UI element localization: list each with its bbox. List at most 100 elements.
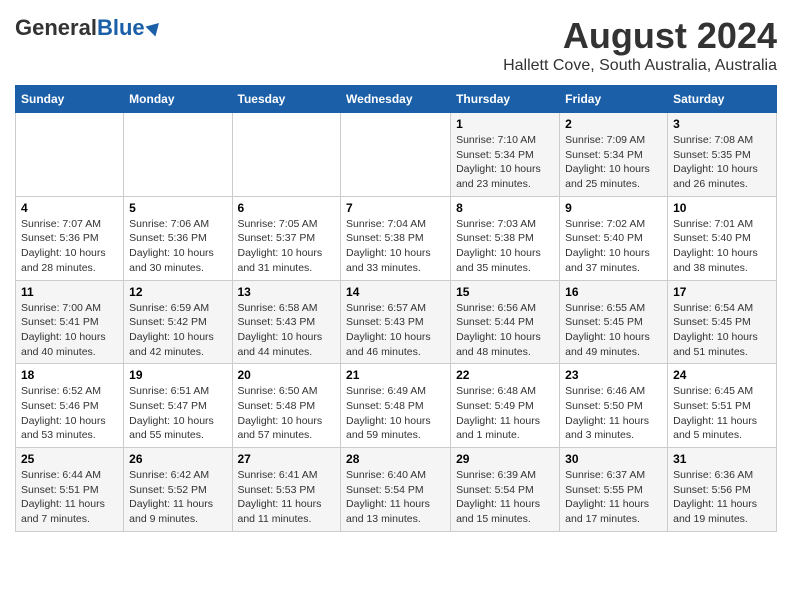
day-info: Sunrise: 7:02 AM Sunset: 5:40 PM Dayligh… <box>565 217 662 276</box>
calendar-cell: 12 Sunrise: 6:59 AM Sunset: 5:42 PM Dayli… <box>124 280 232 364</box>
day-number: 8 <box>456 201 554 215</box>
day-number: 9 <box>565 201 662 215</box>
day-number: 6 <box>238 201 336 215</box>
calendar-cell: 25 Sunrise: 6:44 AM Sunset: 5:51 PM Dayli… <box>16 448 124 532</box>
day-info: Sunrise: 7:06 AM Sunset: 5:36 PM Dayligh… <box>129 217 226 276</box>
day-number: 29 <box>456 452 554 466</box>
calendar-cell: 3 Sunrise: 7:08 AM Sunset: 5:35 PM Daylig… <box>668 113 777 197</box>
day-number: 17 <box>673 285 771 299</box>
day-number: 5 <box>129 201 226 215</box>
calendar-cell: 13Sunrise: 6:58 AM Sunset: 5:43 PM Dayli… <box>232 280 341 364</box>
calendar-cell: 8 Sunrise: 7:03 AM Sunset: 5:38 PM Daylig… <box>451 196 560 280</box>
day-info: Sunrise: 7:03 AM Sunset: 5:38 PM Dayligh… <box>456 217 554 276</box>
calendar-cell <box>16 113 124 197</box>
day-number: 7 <box>346 201 445 215</box>
day-info: Sunrise: 7:09 AM Sunset: 5:34 PM Dayligh… <box>565 133 662 192</box>
day-info: Sunrise: 6:36 AM Sunset: 5:56 PM Dayligh… <box>673 468 771 527</box>
calendar-cell <box>232 113 341 197</box>
day-number: 21 <box>346 368 445 382</box>
calendar-cell: 2 Sunrise: 7:09 AM Sunset: 5:34 PM Daylig… <box>560 113 668 197</box>
day-number: 3 <box>673 117 771 131</box>
day-info: Sunrise: 6:44 AM Sunset: 5:51 PM Dayligh… <box>21 468 118 527</box>
day-header-sunday: Sunday <box>16 86 124 113</box>
day-info: Sunrise: 6:46 AM Sunset: 5:50 PM Dayligh… <box>565 384 662 443</box>
day-info: Sunrise: 7:01 AM Sunset: 5:40 PM Dayligh… <box>673 217 771 276</box>
calendar-cell: 17 Sunrise: 6:54 AM Sunset: 5:45 PM Dayli… <box>668 280 777 364</box>
day-number: 18 <box>21 368 118 382</box>
calendar-cell: 18Sunrise: 6:52 AM Sunset: 5:46 PM Dayli… <box>16 364 124 448</box>
subtitle: Hallett Cove, South Australia, Australia <box>503 57 777 75</box>
day-info: Sunrise: 6:42 AM Sunset: 5:52 PM Dayligh… <box>129 468 226 527</box>
calendar-cell: 11 Sunrise: 7:00 AM Sunset: 5:41 PM Dayli… <box>16 280 124 364</box>
day-info: Sunrise: 6:48 AM Sunset: 5:49 PM Dayligh… <box>456 384 554 443</box>
day-info: Sunrise: 6:51 AM Sunset: 5:47 PM Dayligh… <box>129 384 226 443</box>
day-header-wednesday: Wednesday <box>341 86 451 113</box>
day-header-friday: Friday <box>560 86 668 113</box>
day-number: 16 <box>565 285 662 299</box>
day-info: Sunrise: 6:56 AM Sunset: 5:44 PM Dayligh… <box>456 301 554 360</box>
calendar-cell: 23 Sunrise: 6:46 AM Sunset: 5:50 PM Dayli… <box>560 364 668 448</box>
calendar-cell: 19 Sunrise: 6:51 AM Sunset: 5:47 PM Dayli… <box>124 364 232 448</box>
day-number: 23 <box>565 368 662 382</box>
day-number: 1 <box>456 117 554 131</box>
calendar-cell: 10Sunrise: 7:01 AM Sunset: 5:40 PM Dayli… <box>668 196 777 280</box>
calendar-cell: 21 Sunrise: 6:49 AM Sunset: 5:48 PM Dayli… <box>341 364 451 448</box>
day-info: Sunrise: 7:10 AM Sunset: 5:34 PM Dayligh… <box>456 133 554 192</box>
calendar-cell: 20Sunrise: 6:50 AM Sunset: 5:48 PM Dayli… <box>232 364 341 448</box>
day-info: Sunrise: 6:57 AM Sunset: 5:43 PM Dayligh… <box>346 301 445 360</box>
day-info: Sunrise: 7:08 AM Sunset: 5:35 PM Dayligh… <box>673 133 771 192</box>
calendar-cell <box>341 113 451 197</box>
day-header-monday: Monday <box>124 86 232 113</box>
day-number: 4 <box>21 201 118 215</box>
day-info: Sunrise: 6:40 AM Sunset: 5:54 PM Dayligh… <box>346 468 445 527</box>
calendar-table: SundayMondayTuesdayWednesdayThursdayFrid… <box>15 85 777 532</box>
calendar-cell: 24 Sunrise: 6:45 AM Sunset: 5:51 PM Dayli… <box>668 364 777 448</box>
calendar-cell: 30 Sunrise: 6:37 AM Sunset: 5:55 PM Dayli… <box>560 448 668 532</box>
title-area: August 2024 Hallett Cove, South Australi… <box>503 15 777 75</box>
day-number: 24 <box>673 368 771 382</box>
calendar-cell: 27 Sunrise: 6:41 AM Sunset: 5:53 PM Dayli… <box>232 448 341 532</box>
day-info: Sunrise: 7:04 AM Sunset: 5:38 PM Dayligh… <box>346 217 445 276</box>
calendar-cell: 29 Sunrise: 6:39 AM Sunset: 5:54 PM Dayli… <box>451 448 560 532</box>
calendar-cell: 6Sunrise: 7:05 AM Sunset: 5:37 PM Daylig… <box>232 196 341 280</box>
day-info: Sunrise: 7:00 AM Sunset: 5:41 PM Dayligh… <box>21 301 118 360</box>
header: GeneralBlue August 2024 Hallett Cove, So… <box>15 15 777 75</box>
calendar-cell: 1 Sunrise: 7:10 AM Sunset: 5:34 PM Daylig… <box>451 113 560 197</box>
day-number: 20 <box>238 368 336 382</box>
calendar-cell: 31 Sunrise: 6:36 AM Sunset: 5:56 PM Dayli… <box>668 448 777 532</box>
day-number: 28 <box>346 452 445 466</box>
calendar-cell: 14 Sunrise: 6:57 AM Sunset: 5:43 PM Dayli… <box>341 280 451 364</box>
logo: GeneralBlue <box>15 15 163 41</box>
calendar-cell <box>124 113 232 197</box>
day-header-saturday: Saturday <box>668 86 777 113</box>
day-number: 12 <box>129 285 226 299</box>
calendar-cell: 9 Sunrise: 7:02 AM Sunset: 5:40 PM Daylig… <box>560 196 668 280</box>
day-number: 25 <box>21 452 118 466</box>
day-info: Sunrise: 6:54 AM Sunset: 5:45 PM Dayligh… <box>673 301 771 360</box>
calendar-cell: 16 Sunrise: 6:55 AM Sunset: 5:45 PM Dayli… <box>560 280 668 364</box>
day-info: Sunrise: 6:41 AM Sunset: 5:53 PM Dayligh… <box>238 468 336 527</box>
day-number: 30 <box>565 452 662 466</box>
main-title: August 2024 <box>503 15 777 57</box>
calendar-cell: 22Sunrise: 6:48 AM Sunset: 5:49 PM Dayli… <box>451 364 560 448</box>
day-number: 15 <box>456 285 554 299</box>
day-number: 31 <box>673 452 771 466</box>
day-number: 2 <box>565 117 662 131</box>
day-info: Sunrise: 6:39 AM Sunset: 5:54 PM Dayligh… <box>456 468 554 527</box>
day-info: Sunrise: 6:45 AM Sunset: 5:51 PM Dayligh… <box>673 384 771 443</box>
day-number: 11 <box>21 285 118 299</box>
day-number: 27 <box>238 452 336 466</box>
day-info: Sunrise: 6:37 AM Sunset: 5:55 PM Dayligh… <box>565 468 662 527</box>
day-info: Sunrise: 6:55 AM Sunset: 5:45 PM Dayligh… <box>565 301 662 360</box>
day-number: 19 <box>129 368 226 382</box>
calendar-cell: 4 Sunrise: 7:07 AM Sunset: 5:36 PM Daylig… <box>16 196 124 280</box>
day-info: Sunrise: 6:49 AM Sunset: 5:48 PM Dayligh… <box>346 384 445 443</box>
calendar-cell: 7 Sunrise: 7:04 AM Sunset: 5:38 PM Daylig… <box>341 196 451 280</box>
day-header-thursday: Thursday <box>451 86 560 113</box>
day-info: Sunrise: 7:07 AM Sunset: 5:36 PM Dayligh… <box>21 217 118 276</box>
calendar-cell: 26 Sunrise: 6:42 AM Sunset: 5:52 PM Dayli… <box>124 448 232 532</box>
logo-icon <box>145 19 163 37</box>
day-info: Sunrise: 6:59 AM Sunset: 5:42 PM Dayligh… <box>129 301 226 360</box>
day-number: 14 <box>346 285 445 299</box>
day-number: 26 <box>129 452 226 466</box>
